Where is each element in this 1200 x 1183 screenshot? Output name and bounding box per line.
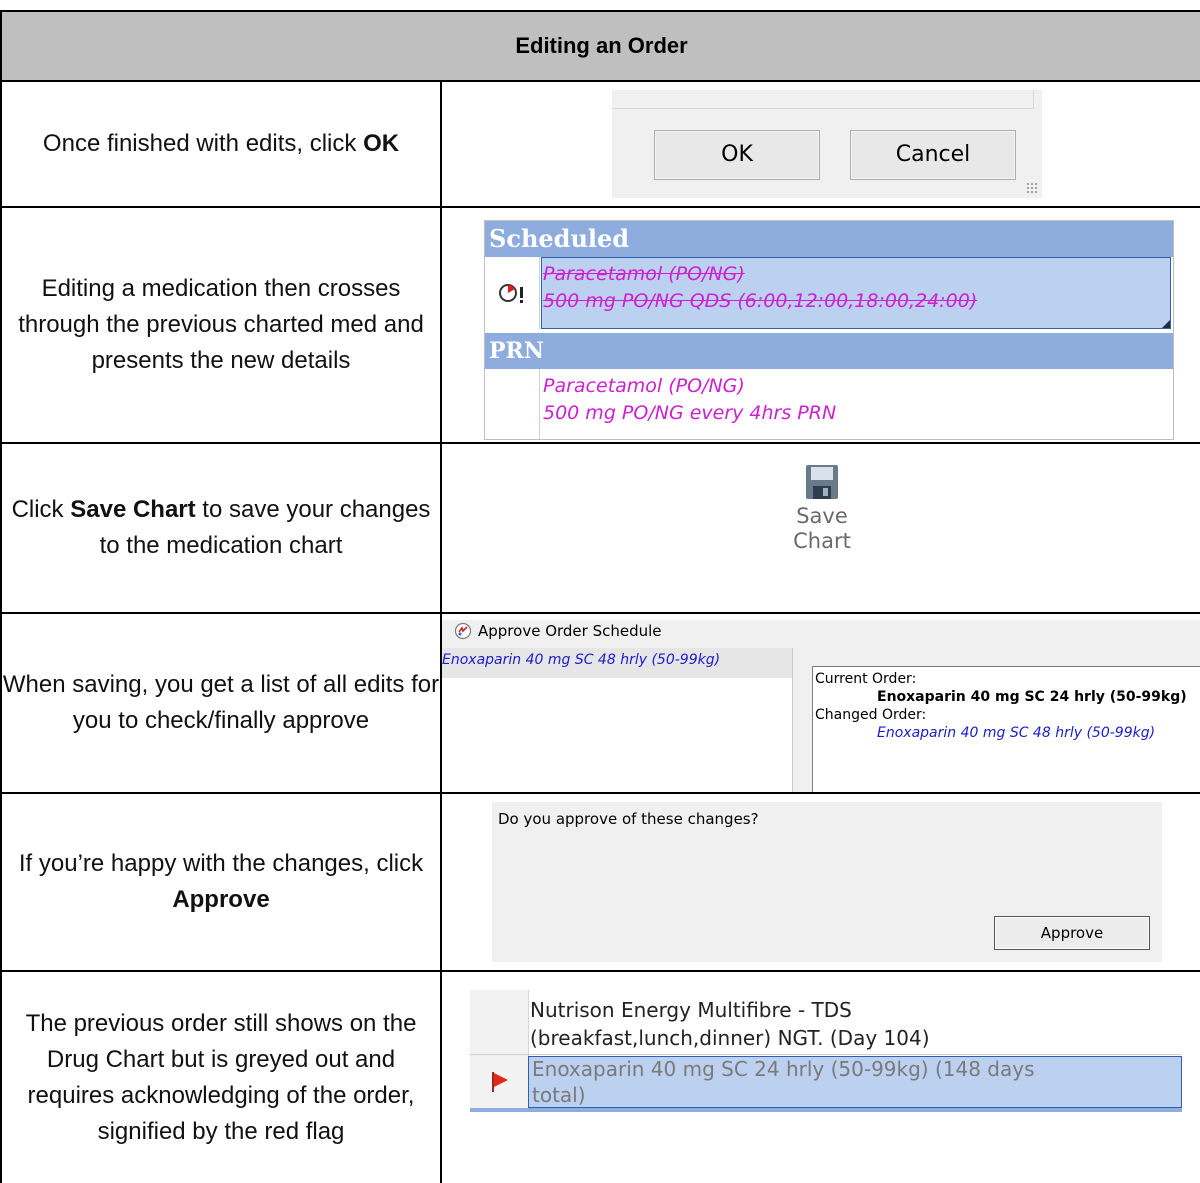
scheduled-header: Scheduled [485, 221, 1173, 257]
changed-order-label: Changed Order: [815, 707, 927, 723]
screenshot-cell: OK Cancel [439, 80, 1200, 208]
previous-order-line1: Enoxaparin 40 mg SC 24 hrly (50-99kg) (1… [532, 1057, 1035, 1081]
drug-order-line2: (breakfast,lunch,dinner) NGT. (Day 104) [530, 1026, 930, 1050]
instruction-text: Click [11, 496, 71, 523]
save-chart-button[interactable]: Save Chart [762, 464, 882, 594]
approve-button[interactable]: Approve [994, 916, 1150, 950]
instruction-cell: The previous order still shows on the Dr… [0, 970, 442, 1183]
instruction-table: Editing an Order Once finished with edit… [0, 10, 1200, 1183]
current-order-label: Current Order: [815, 671, 917, 687]
drug-chart: Nutrison Energy Multifibre - TDS (breakf… [470, 990, 1182, 1112]
previous-order-line2: total) [532, 1083, 586, 1107]
instruction-cell: Click Save Chart to save your changes to… [0, 442, 442, 614]
order-details-panel: Current Order: Enoxaparin 40 mg SC 24 hr… [812, 666, 1200, 791]
clock-alert-icon [499, 284, 523, 303]
instruction-bold: OK [363, 130, 400, 157]
approve-question: Do you approve of these changes? [498, 810, 759, 828]
prn-med-dose: 500 mg PO/NG every 4hrs PRN [543, 402, 837, 424]
approve-dialog: Do you approve of these changes? Approve [492, 802, 1162, 962]
medication-list: Scheduled Paracetamol (PO/NG) 500 mg PO/… [484, 220, 1174, 440]
save-chart-label-line2: Chart [793, 529, 851, 553]
instruction-cell: When saving, you get a list of all edits… [0, 612, 442, 794]
ok-button[interactable]: OK [654, 130, 820, 180]
instruction-text: Once finished with edits, click [42, 130, 364, 157]
instruction-cell: If you’re happy with the changes, click … [0, 792, 442, 972]
screenshot-cell: Nutrison Energy Multifibre - TDS (breakf… [439, 970, 1200, 1183]
list-item[interactable]: Paracetamol (PO/NG) 500 mg PO/NG QDS (6:… [485, 257, 1173, 329]
save-chart-label-line1: Save [796, 504, 848, 528]
floppy-disk-icon [806, 465, 838, 499]
scheduled-med-dose: 500 mg PO/NG QDS (6:00,12:00,18:00,24:00… [543, 290, 978, 312]
ok-cancel-dialog: OK Cancel [612, 90, 1042, 198]
cancel-button[interactable]: Cancel [850, 130, 1016, 180]
table-header: Editing an Order [0, 10, 1200, 82]
red-flag-icon[interactable] [490, 1070, 512, 1094]
app-logo-icon [454, 622, 472, 640]
screenshot-cell: Save Chart [439, 442, 1200, 614]
resize-grip-icon[interactable] [1026, 182, 1038, 194]
edits-list: Enoxaparin 40 mg SC 48 hrly (50-99kg) [443, 648, 793, 791]
screenshot-cell: Scheduled Paracetamol (PO/NG) 500 mg PO/… [439, 206, 1200, 444]
prn-med-name: Paracetamol (PO/NG) [543, 375, 745, 397]
instruction-text: Editing a medication then crosses throug… [18, 275, 424, 374]
instruction-cell: Editing a medication then crosses throug… [0, 206, 442, 444]
instruction-text: If you’re happy with the changes, click [18, 850, 424, 877]
changed-order-value: Enoxaparin 40 mg SC 48 hrly (50-99kg) [877, 725, 1156, 741]
instruction-text: When saving, you get a list of all edits… [2, 671, 440, 734]
list-item[interactable]: Enoxaparin 40 mg SC 24 hrly (50-99kg) (1… [532, 1056, 1035, 1108]
instruction-bold: Approve [172, 886, 270, 913]
approve-order-schedule-window: Approve Order Schedule Enoxaparin 40 mg … [443, 620, 1200, 791]
screenshot-cell: Do you approve of these changes? Approve [439, 792, 1200, 972]
list-item[interactable]: Paracetamol (PO/NG) 500 mg PO/NG every 4… [485, 369, 1173, 439]
window-title: Approve Order Schedule [478, 622, 662, 640]
current-order-value: Enoxaparin 40 mg SC 24 hrly (50-99kg) [877, 689, 1187, 705]
instruction-bold: Save Chart [70, 496, 196, 523]
screenshot-cell: Approve Order Schedule Enoxaparin 40 mg … [439, 612, 1200, 794]
instruction-cell: Once finished with edits, click OK [0, 80, 442, 208]
instruction-text: The previous order still shows on the Dr… [25, 1009, 417, 1145]
prn-header: PRN [485, 333, 1173, 369]
table-title: Editing an Order [515, 33, 688, 58]
list-item[interactable]: Enoxaparin 40 mg SC 48 hrly (50-99kg) [443, 652, 720, 668]
drug-order-line1: Nutrison Energy Multifibre - TDS [530, 998, 852, 1022]
scheduled-med-name: Paracetamol (PO/NG) [543, 263, 745, 285]
list-item[interactable]: Nutrison Energy Multifibre - TDS (breakf… [530, 996, 930, 1052]
